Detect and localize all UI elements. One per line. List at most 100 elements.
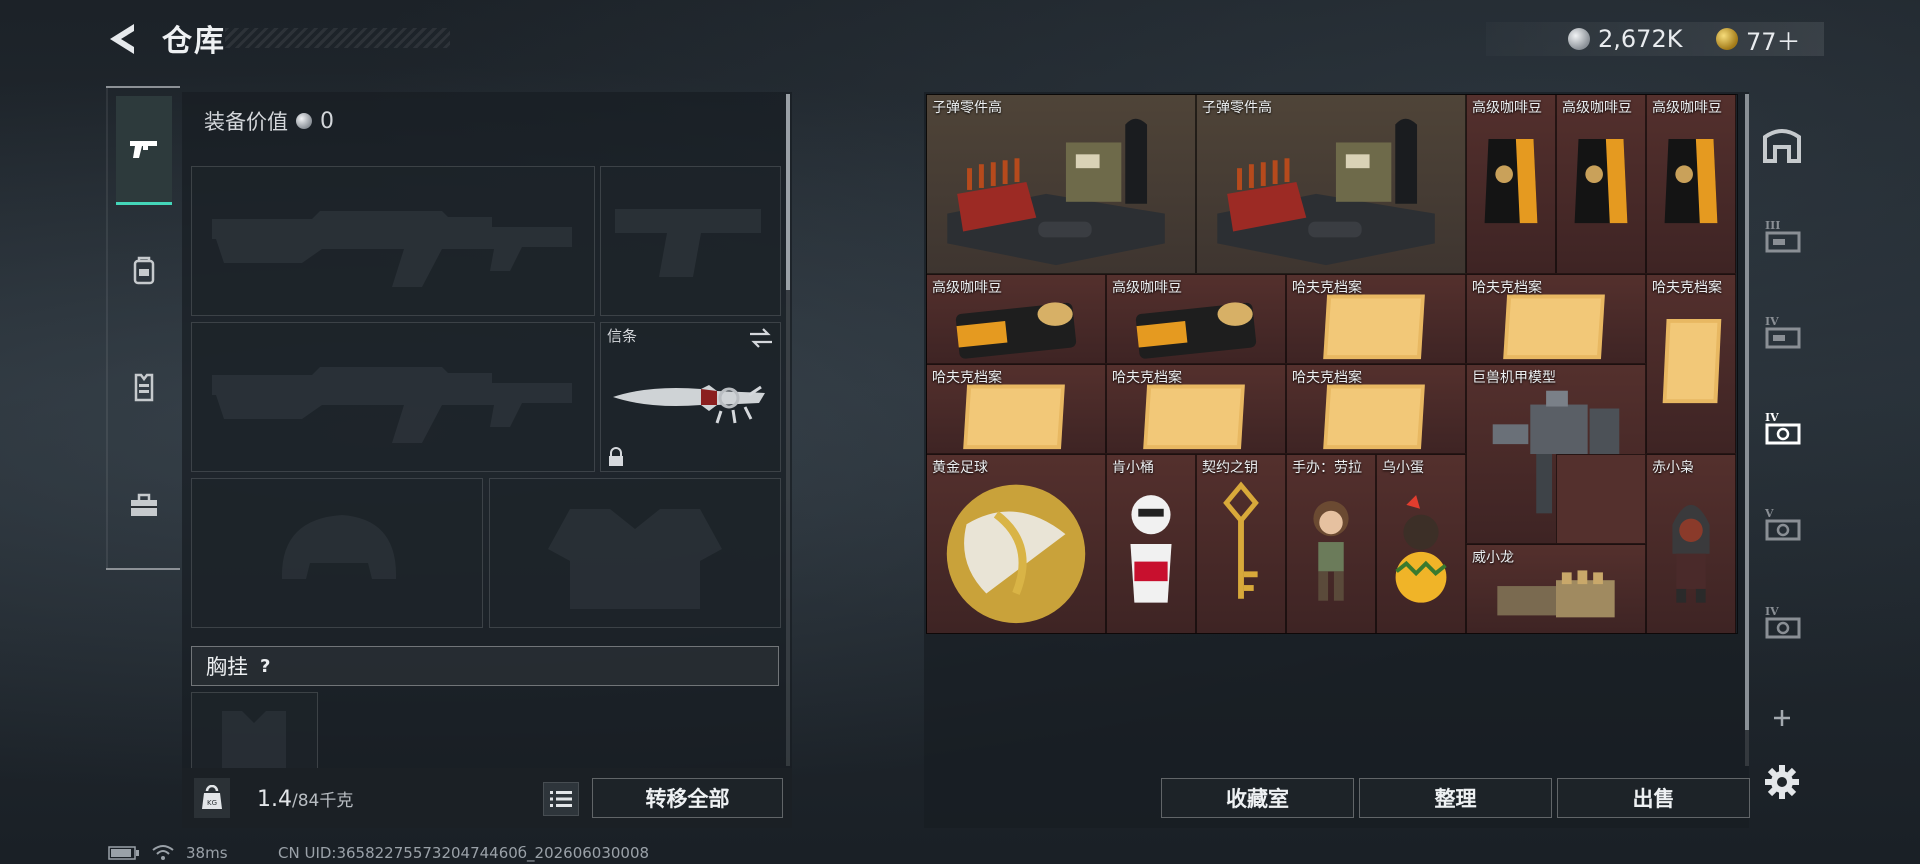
tab-backpack[interactable]	[116, 218, 172, 324]
storage-item-haffk-file-2[interactable]: 哈夫克档案	[1466, 274, 1646, 364]
storage-item-haffk-file-3[interactable]: 哈夫克档案	[1646, 274, 1736, 454]
svg-text:KG: KG	[207, 799, 217, 807]
case-iv-tab[interactable]: IV	[1760, 310, 1804, 354]
tab-toolbox[interactable]	[116, 452, 172, 558]
helmet-slot[interactable]	[191, 478, 483, 628]
storage-empty-cell[interactable]	[1556, 454, 1646, 544]
storage-scrollbar[interactable]	[1745, 94, 1749, 730]
tab-weapons[interactable]	[116, 96, 172, 205]
storage-item-gauntlet[interactable]: 威小龙	[1466, 544, 1646, 634]
safe-box-tab[interactable]	[1760, 122, 1804, 166]
collection-room-button[interactable]: 收藏室	[1161, 778, 1354, 818]
swap-icon[interactable]	[748, 327, 774, 349]
egg-figure-icon	[1395, 495, 1447, 603]
weight-max: /84千克	[292, 791, 354, 811]
silver-currency[interactable]: 2,672K	[1568, 22, 1682, 56]
primary-weapon-slot-2[interactable]	[191, 322, 595, 472]
item-label: 子弹零件高	[1202, 100, 1272, 116]
item-label: 高级咖啡豆	[1112, 280, 1182, 296]
chest-rig-header[interactable]: 胸挂 ?	[191, 646, 779, 686]
equipment-scrollbar[interactable]	[786, 94, 790, 290]
kettlebell-icon: KG	[202, 785, 222, 809]
storage-item-ammo-parts-2[interactable]: 子弹零件高	[1196, 94, 1466, 274]
item-label: 子弹零件高	[932, 100, 1002, 116]
equipment-value-number: 0	[320, 108, 334, 134]
melee-slot[interactable]: 信条	[600, 322, 781, 472]
equipment-value-label: 装备价值	[204, 110, 288, 134]
item-label: 手办：劳拉	[1292, 460, 1362, 476]
back-arrow-icon	[110, 24, 134, 54]
sort-button[interactable]: 整理	[1359, 778, 1552, 818]
safe-box-icon	[1763, 129, 1801, 163]
silver-coin-icon	[1568, 28, 1590, 50]
storage-item-coffee-tin-1[interactable]: 高级咖啡豆	[926, 274, 1106, 364]
page-title: 仓库	[162, 24, 226, 59]
transfer-all-button[interactable]: 转移全部	[592, 778, 783, 818]
case-iii-icon: III	[1765, 219, 1801, 253]
svg-text:IV: IV	[1765, 411, 1779, 424]
item-label: 高级咖啡豆	[1472, 100, 1542, 116]
svg-text:V: V	[1764, 507, 1774, 520]
list-view-button[interactable]	[543, 782, 579, 816]
ping-readout: 38ms	[186, 844, 228, 862]
case-v-tab[interactable]: V	[1760, 502, 1804, 546]
primary-weapon-slot-1[interactable]	[191, 166, 595, 316]
storage-item-ammo-parts-1[interactable]: 子弹零件高	[926, 94, 1196, 274]
armor-silhouette-icon	[548, 509, 722, 609]
title-decoration	[225, 28, 450, 48]
storage-item-haffk-file-5[interactable]: 哈夫克档案	[1106, 364, 1286, 454]
weight-icon: KG	[194, 778, 230, 818]
storage-item-owl-figure[interactable]: 赤小枭	[1646, 454, 1736, 634]
sidearm-slot[interactable]	[600, 166, 781, 316]
storage-item-golden-football[interactable]: 黄金足球	[926, 454, 1106, 634]
case-v-icon: V	[1764, 507, 1801, 541]
case-iv-icon: IV	[1765, 315, 1801, 349]
armor-slot[interactable]	[489, 478, 781, 628]
helmet-silhouette-icon	[281, 515, 397, 579]
settings-button[interactable]	[1760, 760, 1804, 804]
lara-figure-icon	[1313, 500, 1349, 601]
item-label: 哈夫克档案	[1652, 280, 1722, 296]
storage-item-lara-figure[interactable]: 手办：劳拉	[1286, 454, 1376, 634]
weight-readout: 1.4/84千克	[257, 786, 353, 812]
ammo-crate-icon	[947, 118, 1165, 266]
chest-rig-silhouette-icon	[222, 711, 286, 769]
item-label: 契约之钥	[1202, 460, 1258, 476]
storage-item-coffee-bag-2[interactable]: 高级咖啡豆	[1556, 94, 1646, 274]
tab-vest[interactable]	[116, 334, 172, 440]
storage-item-kfc-figure[interactable]: 肯小桶	[1106, 454, 1196, 634]
back-button[interactable]	[104, 20, 142, 58]
add-case-button[interactable]	[1760, 696, 1804, 740]
sell-button[interactable]: 出售	[1557, 778, 1750, 818]
case-iv-b-tab[interactable]: IV	[1760, 600, 1804, 644]
case-iv-active-tab[interactable]: IV	[1760, 406, 1804, 450]
silver-coin-icon	[296, 113, 312, 129]
item-label: 哈夫克档案	[1112, 370, 1182, 386]
item-label: 高级咖啡豆	[1652, 100, 1722, 116]
plus-icon	[1774, 710, 1790, 726]
storage-item-haffk-file-4[interactable]: 哈夫克档案	[926, 364, 1106, 454]
storage-item-haffk-file-1[interactable]: 哈夫克档案	[1286, 274, 1466, 364]
svg-text:IV: IV	[1765, 315, 1779, 328]
storage-item-coffee-bag-3[interactable]: 高级咖啡豆	[1646, 94, 1736, 274]
kfc-figure-icon	[1130, 495, 1172, 603]
storage-item-coffee-tin-2[interactable]: 高级咖啡豆	[1106, 274, 1286, 364]
equipment-value: 装备价值 0	[204, 106, 334, 136]
pistol-icon	[130, 141, 157, 158]
knife-icon	[613, 385, 765, 424]
gold-currency[interactable]: 77＋	[1716, 22, 1801, 56]
storage-item-coffee-bag-1[interactable]: 高级咖啡豆	[1466, 94, 1556, 274]
storage-item-haffk-file-6[interactable]: 哈夫克档案	[1286, 364, 1466, 454]
storage-item-contract-key[interactable]: 契约之钥	[1196, 454, 1286, 634]
storage-item-egg-figure[interactable]: 乌小蛋	[1376, 454, 1466, 634]
ammo-crate-icon	[1217, 118, 1435, 266]
item-label: 赤小枭	[1652, 460, 1694, 476]
help-icon[interactable]: ?	[260, 656, 270, 677]
rifle-silhouette-icon	[212, 367, 572, 443]
storage-grid: 子弹零件高 子弹零件高 高级咖啡豆 高级咖啡豆 高级咖啡豆 高级咖啡豆 高级咖啡…	[926, 94, 1738, 634]
rifle-silhouette-icon	[212, 211, 572, 287]
case-iii-tab[interactable]: III	[1760, 214, 1804, 258]
item-label: 哈夫克档案	[932, 370, 1002, 386]
chest-rig-slot[interactable]	[191, 692, 318, 770]
list-icon	[550, 791, 572, 807]
